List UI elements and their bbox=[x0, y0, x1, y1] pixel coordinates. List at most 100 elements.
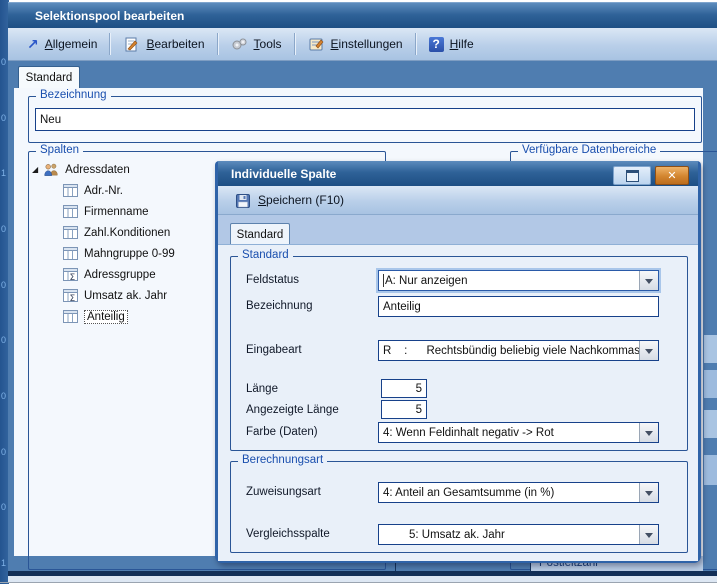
farbe-label: Farbe (Daten) bbox=[246, 426, 318, 438]
chevron-down-icon[interactable] bbox=[639, 525, 658, 544]
tree-item-label: Umsatz ak. Jahr bbox=[84, 290, 167, 302]
floppy-disk-icon bbox=[235, 193, 252, 208]
tree-item-label: Adressdaten bbox=[65, 164, 130, 176]
close-icon: ✕ bbox=[667, 169, 676, 182]
eingabeart-value: R : Rechtsbündig beliebig viele Nachkomm… bbox=[379, 341, 639, 360]
main-window-titlebar[interactable]: Selektionspool bearbeiten bbox=[8, 2, 717, 29]
vergleichsspalte-select[interactable]: 5: Umsatz ak. Jahr bbox=[378, 524, 659, 545]
toolbar-label: Bearbeiten bbox=[146, 37, 204, 51]
farbe-value: 4: Wenn Feldinhalt negativ -> Rot bbox=[379, 423, 639, 442]
settings-document-icon bbox=[308, 37, 325, 52]
restore-window-button[interactable] bbox=[613, 166, 651, 185]
tree-item-anteilig[interactable]: Anteilig bbox=[62, 307, 128, 326]
dialog-tab-page: Standard Feldstatus A: Nur anzeigen Beze… bbox=[218, 244, 698, 561]
tree-item-label: Firmenname bbox=[84, 206, 149, 218]
help-icon: ? bbox=[429, 37, 444, 52]
eingabeart-select[interactable]: R : Rechtsbündig beliebig viele Nachkomm… bbox=[378, 340, 659, 361]
column-icon bbox=[62, 204, 79, 219]
svg-text:Σ: Σ bbox=[70, 273, 76, 282]
toolbar-button-bearbeiten[interactable]: Bearbeiten bbox=[114, 34, 213, 55]
vergleichsspalte-value: 5: Umsatz ak. Jahr bbox=[379, 525, 639, 544]
dlg-bezeichnung-input[interactable]: Anteilig bbox=[378, 296, 659, 317]
tree-item-label-selected: Anteilig bbox=[84, 310, 128, 324]
background-tree-row bbox=[704, 370, 717, 398]
feldstatus-label: Feldstatus bbox=[246, 274, 299, 286]
dialog-title: Individuelle Spalte bbox=[218, 167, 336, 181]
tab-label: Standard bbox=[237, 229, 284, 241]
berechnungsart-group-label: Berechnungsart bbox=[238, 454, 327, 466]
main-window-title: Selektionspool bearbeiten bbox=[8, 9, 184, 23]
main-toolbar: ↗ Allgemein Bearbeiten Tools Einstellung… bbox=[8, 28, 717, 61]
restore-icon bbox=[626, 170, 639, 182]
tab-standard-dialog[interactable]: Standard bbox=[230, 223, 290, 245]
toolbar-separator bbox=[217, 33, 219, 55]
toolbar-button-tools[interactable]: Tools bbox=[222, 34, 291, 55]
users-icon bbox=[43, 162, 60, 177]
zuweisungsart-value: 4: Anteil an Gesamtsumme (in %) bbox=[379, 483, 639, 502]
tree-item-adr-nr[interactable]: Adr.-Nr. bbox=[62, 181, 123, 200]
close-button[interactable]: ✕ bbox=[655, 166, 689, 185]
column-sum-icon: Σ bbox=[62, 288, 79, 303]
zuweisungsart-label: Zuweisungsart bbox=[246, 486, 321, 498]
chevron-down-icon[interactable] bbox=[639, 423, 658, 442]
bezeichnung-input[interactable]: Neu bbox=[35, 108, 695, 131]
feldstatus-value: A: Nur anzeigen bbox=[379, 271, 639, 290]
chevron-down-icon[interactable] bbox=[639, 341, 658, 360]
angezeigte-laenge-value: 5 bbox=[416, 404, 422, 416]
tree-item-umsatz[interactable]: Σ Umsatz ak. Jahr bbox=[62, 286, 167, 305]
tree-item-label: Mahngruppe 0-99 bbox=[84, 248, 175, 260]
tab-label: Standard bbox=[26, 72, 73, 84]
eingabeart-label: Eingabeart bbox=[246, 344, 302, 356]
toolbar-label: Einstellungen bbox=[331, 37, 403, 51]
farbe-select[interactable]: 4: Wenn Feldinhalt negativ -> Rot bbox=[378, 422, 659, 443]
column-icon bbox=[62, 225, 79, 240]
background-tree-row bbox=[704, 455, 717, 485]
background-tree-row bbox=[704, 410, 717, 438]
svg-text:Σ: Σ bbox=[70, 294, 76, 303]
toolbar-button-einstellungen[interactable]: Einstellungen bbox=[299, 34, 412, 55]
toolbar-button-hilfe[interactable]: ? Hilfe bbox=[420, 34, 483, 55]
tree-item-mahngruppe[interactable]: Mahngruppe 0-99 bbox=[62, 244, 175, 263]
column-icon bbox=[62, 183, 79, 198]
toolbar-separator bbox=[294, 33, 296, 55]
screenshot-stage: 0 0 1 0 0 0 0 0 0 1 Selektionspool bearb… bbox=[0, 0, 717, 587]
bezeichnung-group: Bezeichnung Neu bbox=[28, 96, 702, 143]
zuweisungsart-select[interactable]: 4: Anteil an Gesamtsumme (in %) bbox=[378, 482, 659, 503]
chevron-down-icon[interactable] bbox=[639, 271, 658, 290]
toolbar-separator bbox=[415, 33, 417, 55]
save-button[interactable]: Speichern (F10) bbox=[226, 190, 353, 211]
dialog-toolbar: Speichern (F10) bbox=[218, 186, 698, 215]
tree-item-label: Zahl.Konditionen bbox=[84, 227, 170, 239]
main-tabstrip bbox=[8, 61, 717, 88]
column-icon bbox=[62, 309, 79, 324]
laenge-value: 5 bbox=[416, 383, 422, 395]
tab-standard-main[interactable]: Standard bbox=[18, 66, 80, 89]
chevron-down-icon[interactable] bbox=[639, 483, 658, 502]
dlg-bezeichnung-label: Bezeichnung bbox=[246, 300, 313, 312]
tree-item-zahl-konditionen[interactable]: Zahl.Konditionen bbox=[62, 223, 170, 242]
toolbar-label: Tools bbox=[254, 37, 282, 51]
toolbar-button-allgemein[interactable]: ↗ Allgemein bbox=[18, 34, 106, 54]
spalten-group-label: Spalten bbox=[36, 144, 83, 156]
individuelle-spalte-dialog: Individuelle Spalte ✕ Speichern (F10) St… bbox=[215, 161, 701, 563]
bezeichnung-value: Neu bbox=[40, 114, 61, 126]
datenbereiche-group-label: Verfügbare Datenbereiche bbox=[518, 144, 660, 156]
angezeigte-laenge-label: Angezeigte Länge bbox=[246, 404, 339, 416]
angezeigte-laenge-input[interactable]: 5 bbox=[381, 400, 427, 419]
arrow-up-right-icon: ↗ bbox=[27, 37, 39, 51]
standard-group: Standard Feldstatus A: Nur anzeigen Beze… bbox=[230, 256, 688, 451]
tree-item-firmenname[interactable]: Firmenname bbox=[62, 202, 149, 221]
toolbar-label: Allgemein bbox=[45, 37, 98, 51]
column-sum-icon: Σ bbox=[62, 267, 79, 282]
dlg-bezeichnung-value: Anteilig bbox=[383, 301, 421, 313]
tree-item-adressdaten[interactable]: ◢ Adressdaten bbox=[32, 160, 130, 179]
tree-item-adressgruppe[interactable]: Σ Adressgruppe bbox=[62, 265, 156, 284]
bezeichnung-group-label: Bezeichnung bbox=[36, 89, 111, 101]
laenge-input[interactable]: 5 bbox=[381, 379, 427, 398]
edit-document-icon bbox=[123, 37, 140, 52]
column-icon bbox=[62, 246, 79, 261]
save-button-label: Speichern (F10) bbox=[258, 193, 344, 207]
tree-expand-icon[interactable]: ◢ bbox=[32, 166, 38, 174]
feldstatus-select[interactable]: A: Nur anzeigen bbox=[378, 270, 659, 291]
dialog-tabstrip bbox=[218, 215, 698, 244]
